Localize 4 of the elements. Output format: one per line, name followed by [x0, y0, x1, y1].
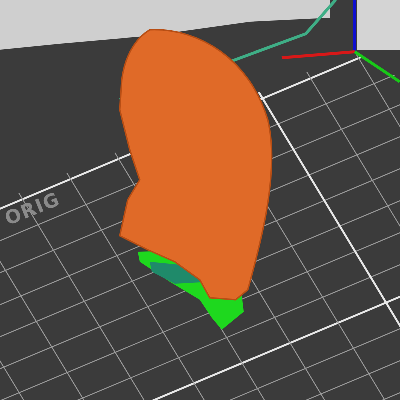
bed-label: ORIG [2, 188, 64, 230]
y-axis [354, 50, 400, 84]
z-axis [354, 0, 356, 52]
corner-background [357, 0, 400, 50]
